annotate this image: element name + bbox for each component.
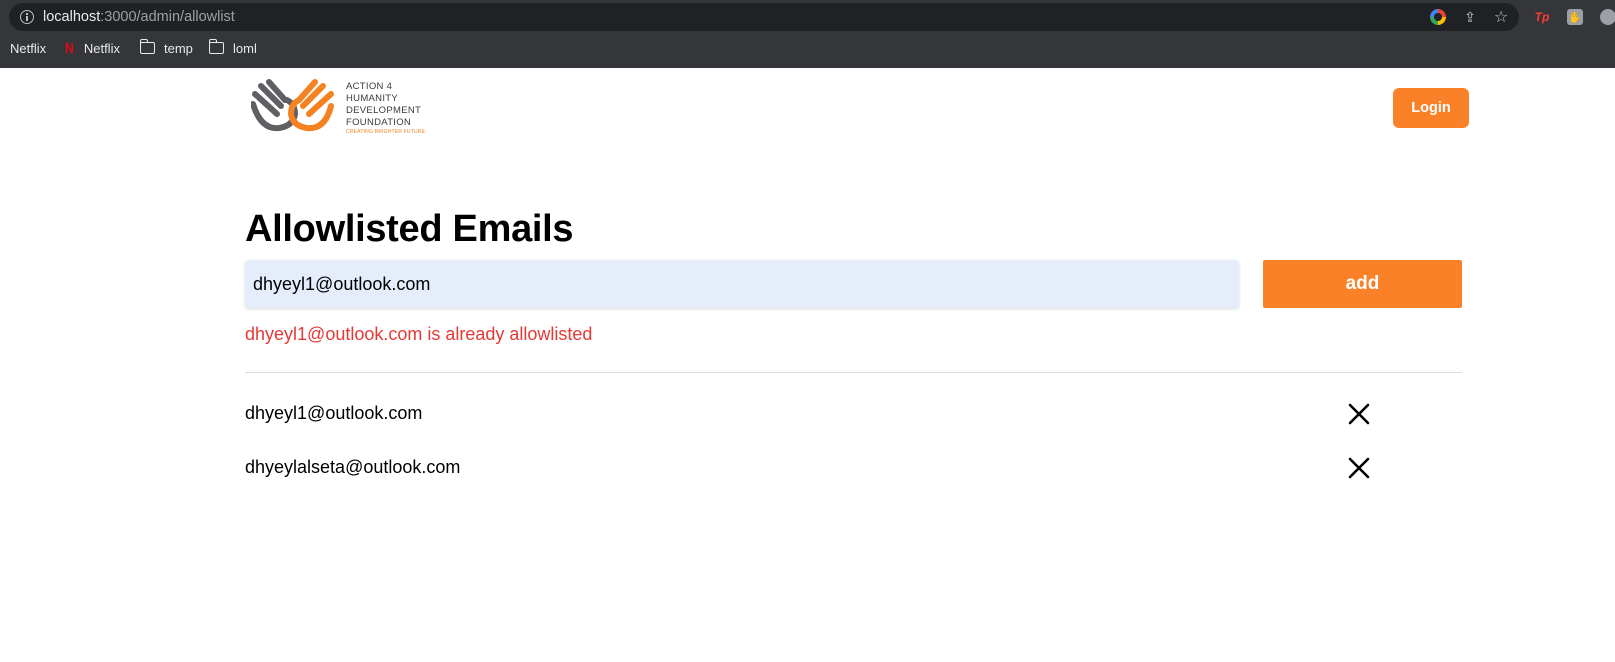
error-message: dhyeyl1@outlook.com is already allowlist… (245, 324, 593, 344)
list-item: dhyeyl1@outlook.com (245, 395, 1462, 449)
list-item: dhyeylalseta@outlook.com (245, 449, 1462, 503)
email-input[interactable] (245, 260, 1239, 308)
bookmark-netflix-text[interactable]: Netflix (10, 39, 46, 57)
remove-email-button[interactable] (1348, 453, 1378, 483)
site-info-icon[interactable] (20, 10, 34, 24)
bookmark-label: temp (164, 40, 193, 56)
netflix-icon: N (65, 39, 74, 57)
bookmark-star-icon[interactable]: ☆ (1493, 9, 1509, 26)
divider (245, 372, 1462, 373)
close-icon (1348, 457, 1370, 479)
page-title: Allowlisted Emails (245, 208, 574, 250)
allowlisted-email: dhyeylalseta@outlook.com (245, 457, 461, 477)
profile-icon[interactable] (1600, 9, 1615, 25)
tp-extension-icon[interactable]: Tp (1534, 9, 1550, 25)
allowlisted-email: dhyeyl1@outlook.com (245, 403, 423, 423)
logo-line: FOUNDATION (346, 117, 412, 128)
close-icon (1348, 403, 1370, 425)
extension-icon[interactable]: ✋ (1567, 9, 1583, 25)
bookmark-folder-temp[interactable]: temp (139, 39, 193, 57)
allowlist: dhyeyl1@outlook.com dhyeylalseta@outlook… (245, 395, 1462, 503)
logo-line: DEVELOPMENT (346, 105, 422, 116)
url-host: localhost (43, 9, 101, 25)
bookmark-label: loml (233, 40, 257, 56)
address-bar[interactable]: localhost:3000/admin/allowlist ⇪ ☆ (9, 3, 1519, 31)
share-icon[interactable]: ⇪ (1462, 9, 1478, 25)
folder-icon (139, 39, 155, 54)
bookmarks-bar: Netflix N Netflix temp loml (0, 36, 1615, 60)
logo-line: ACTION 4 (346, 81, 393, 92)
login-button[interactable]: Login (1393, 88, 1469, 128)
url-path: :3000/admin/allowlist (100, 9, 235, 25)
folder-icon (208, 39, 224, 54)
bookmark-netflix[interactable]: N Netflix (64, 39, 120, 57)
bookmark-label: Netflix (10, 40, 47, 56)
logo-line: HUMANITY (346, 93, 399, 104)
remove-email-button[interactable] (1348, 399, 1378, 429)
bookmark-label: Netflix (83, 40, 120, 56)
add-button[interactable]: add (1263, 260, 1462, 308)
browser-chrome: localhost:3000/admin/allowlist ⇪ ☆ Tp ✋ … (0, 0, 1615, 68)
site-logo[interactable]: ACTION 4 HUMANITY DEVELOPMENT FOUNDATION… (251, 78, 425, 138)
url-text[interactable]: localhost:3000/admin/allowlist (43, 9, 235, 25)
bookmark-folder-loml[interactable]: loml (208, 39, 257, 57)
hands-logo-icon (251, 79, 334, 132)
google-icon[interactable] (1430, 9, 1446, 25)
logo-tagline: CREATING BRIGHTER FUTURE (346, 129, 426, 135)
logo-wordmark: ACTION 4 HUMANITY DEVELOPMENT FOUNDATION (346, 81, 421, 129)
